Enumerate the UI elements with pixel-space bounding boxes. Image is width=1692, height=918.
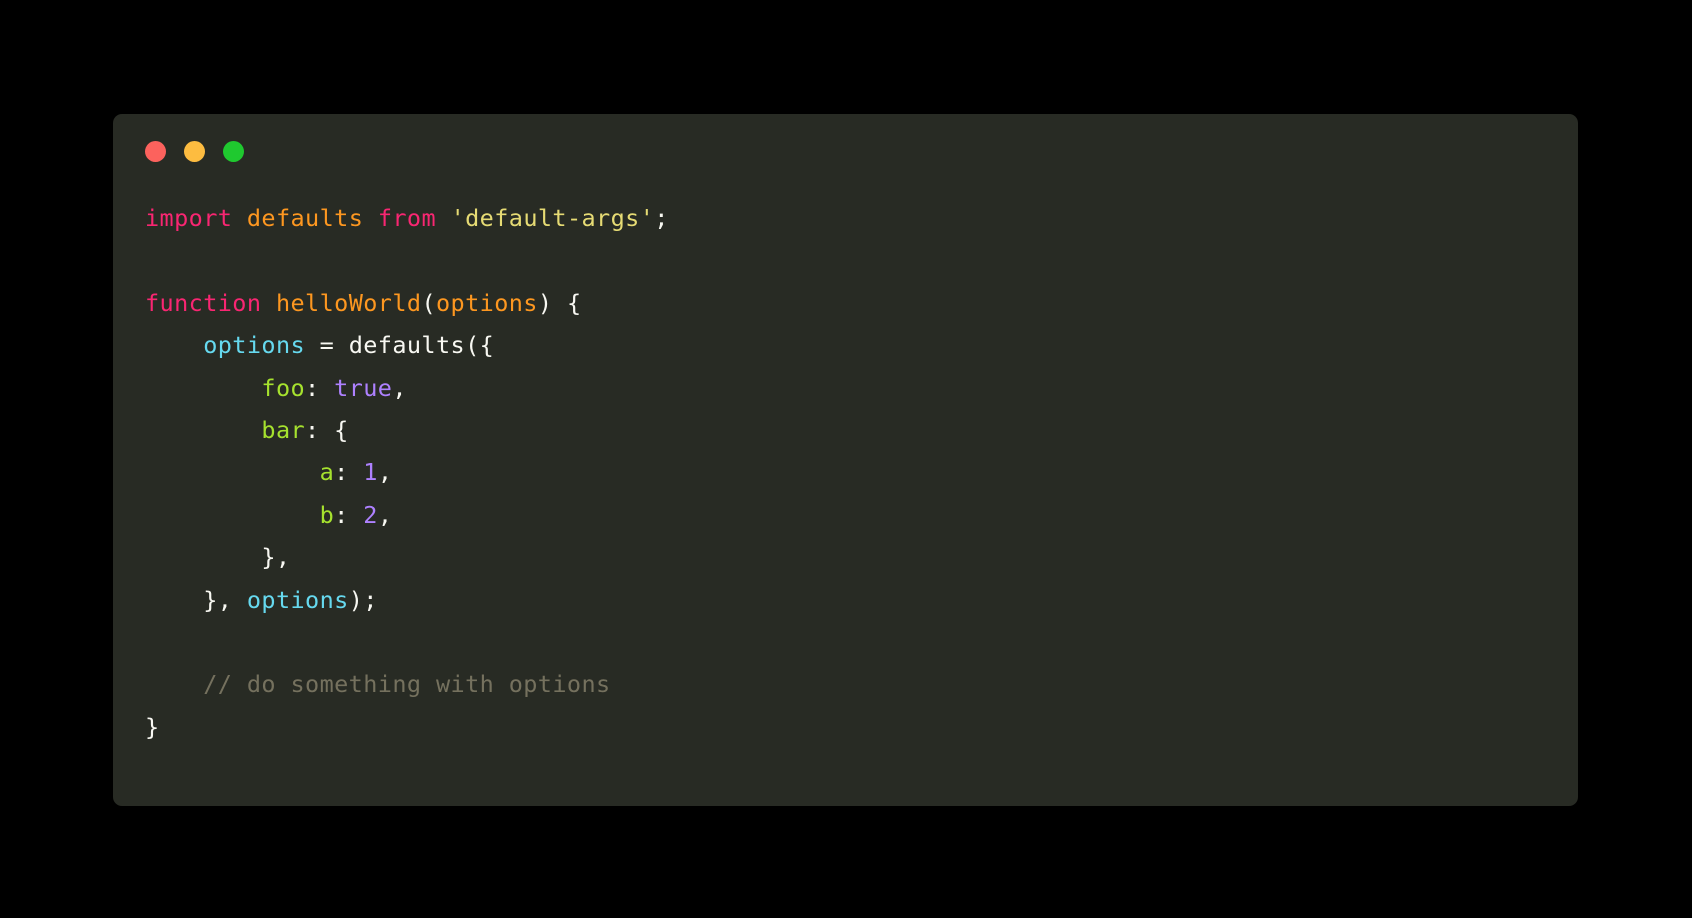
code-token-comment: // do something with options xyxy=(203,670,611,699)
code-area[interactable]: import defaults from 'default-args'; fun… xyxy=(145,197,1554,792)
code-token-punct: }, xyxy=(145,543,291,572)
code-token-const: true xyxy=(334,373,393,402)
code-token-ident: helloWorld xyxy=(275,288,422,317)
code-token-punct: : xyxy=(305,373,335,402)
code-line-5: foo: true, xyxy=(145,367,1554,409)
code-token-keyword: from xyxy=(377,204,437,232)
code-token-punct: ; xyxy=(654,204,669,232)
code-line-7: a: 1, xyxy=(145,451,1554,493)
code-token-prop: foo xyxy=(261,373,306,402)
code-token-punct: : xyxy=(334,500,364,529)
code-token-ident: defaults xyxy=(246,204,364,232)
screenshot-root: import defaults from 'default-args'; fun… xyxy=(0,0,1692,918)
code-token-punct: , xyxy=(392,373,407,402)
code-token-var: options xyxy=(203,331,306,360)
code-token-punct: , xyxy=(377,500,393,529)
code-token-var: options xyxy=(246,585,349,614)
code-line-4: options = defaults({ xyxy=(145,324,1554,366)
code-token-punct: } xyxy=(145,712,160,741)
code-token-prop: b xyxy=(319,500,335,529)
minimize-dot[interactable] xyxy=(184,141,205,162)
code-token-punct: ( xyxy=(421,288,436,317)
code-token-prop: bar xyxy=(261,416,306,445)
code-token-const: 1 xyxy=(363,458,378,487)
code-token-punct: , xyxy=(377,458,393,487)
code-token-punct: ); xyxy=(348,585,378,614)
code-token-punct: ) { xyxy=(537,288,582,317)
close-dot[interactable] xyxy=(145,141,166,162)
code-line-8: b: 2, xyxy=(145,494,1554,536)
code-line-3: function helloWorld(options) { xyxy=(145,282,1554,324)
code-token-plain: = defaults({ xyxy=(305,331,495,360)
window-controls xyxy=(145,141,244,162)
maximize-dot[interactable] xyxy=(223,141,244,162)
code-line-12: // do something with options xyxy=(145,663,1554,705)
code-line-1: import defaults from 'default-args'; xyxy=(145,197,1554,239)
code-token-string: 'default-args' xyxy=(450,204,655,232)
code-line-13: } xyxy=(145,706,1554,748)
code-block[interactable]: import defaults from 'default-args'; fun… xyxy=(145,197,1554,748)
code-line-9: }, xyxy=(145,536,1554,578)
code-token-punct: }, xyxy=(145,585,247,614)
code-token-ident: options xyxy=(436,288,538,317)
code-token-keyword: function xyxy=(145,288,262,317)
code-line-10: }, options); xyxy=(145,579,1554,621)
code-token-keyword: import xyxy=(145,204,233,232)
code-token-punct: : xyxy=(334,458,364,487)
code-token-prop: a xyxy=(319,458,335,487)
code-token-const: 2 xyxy=(363,500,378,529)
code-snippet-card: import defaults from 'default-args'; fun… xyxy=(113,114,1578,806)
code-line-6: bar: { xyxy=(145,409,1554,451)
code-token-punct: : { xyxy=(305,416,349,445)
